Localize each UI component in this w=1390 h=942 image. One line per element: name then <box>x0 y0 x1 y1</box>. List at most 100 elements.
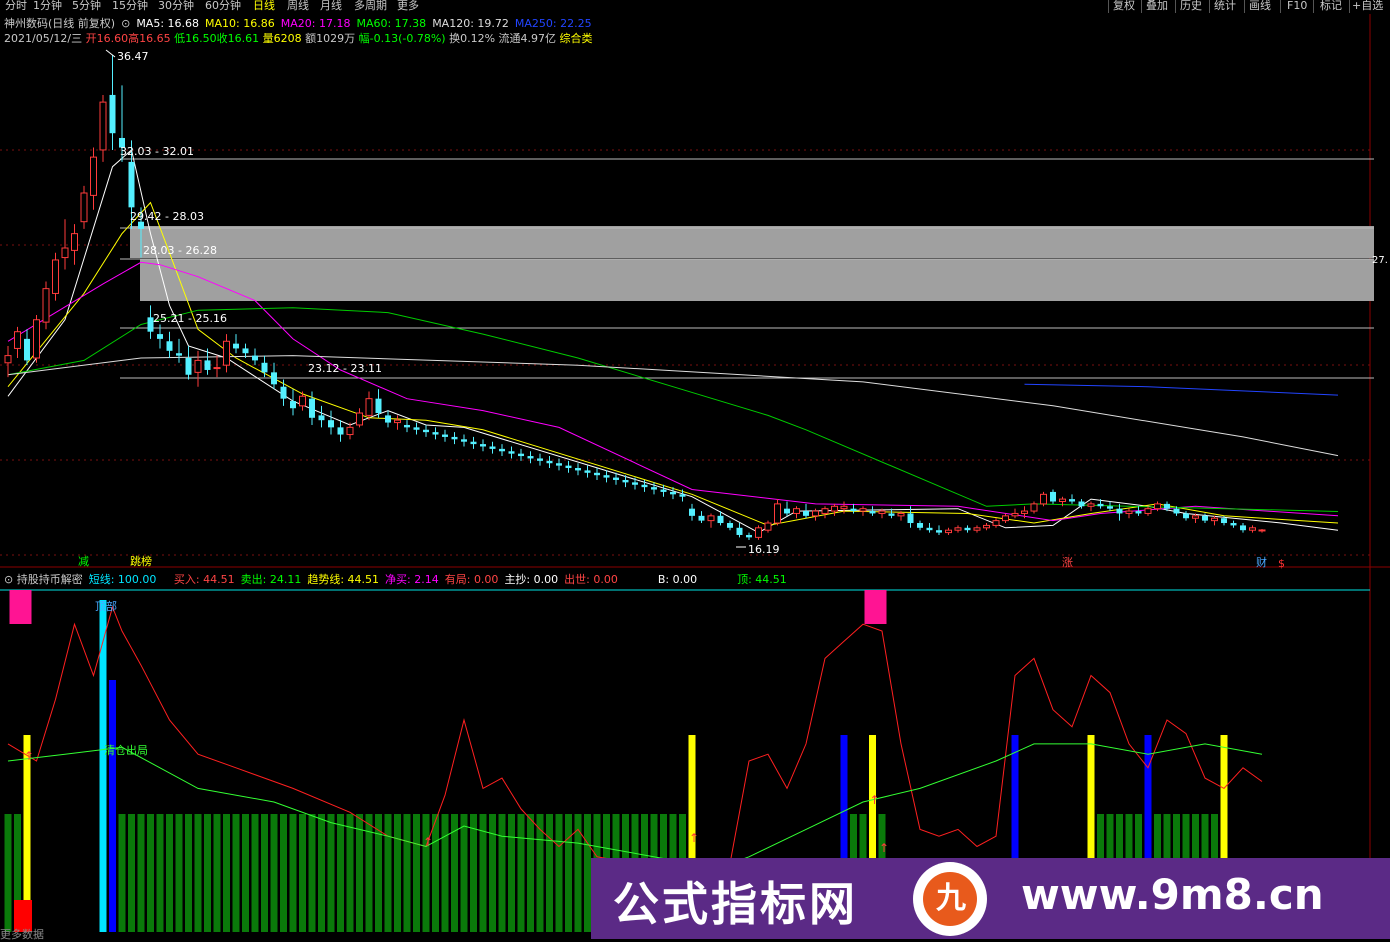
tab-monthly[interactable]: 月线 <box>320 0 342 12</box>
candle-body <box>508 451 515 454</box>
candle-body <box>537 458 543 461</box>
candle-body <box>622 479 629 483</box>
candle-body <box>840 505 848 510</box>
tab-multi-period[interactable]: 多周期 <box>354 0 387 12</box>
candle-body <box>328 420 334 428</box>
bar-change: 幅-0.13(-0.78%) <box>358 32 446 45</box>
green-bar <box>204 814 211 932</box>
candle-body <box>404 424 410 428</box>
candle-body <box>233 343 239 349</box>
ma250-line <box>1024 383 1339 396</box>
red-line <box>7 605 1263 882</box>
candle-body <box>385 415 391 423</box>
overlay-button[interactable]: 叠加 <box>1146 0 1168 12</box>
ma120-line <box>7 355 1339 457</box>
green-bar <box>536 814 544 932</box>
candle-body <box>176 353 182 356</box>
restore-rights-button[interactable]: 复权 <box>1113 0 1135 12</box>
gap-label: 25.21 - 25.16 <box>153 312 227 325</box>
add-watchlist-button[interactable]: +自选 <box>1352 0 1383 12</box>
stats-button[interactable]: 统计 <box>1214 0 1236 12</box>
right-axis-value: 27. <box>1372 255 1388 266</box>
tag-cai: 财 <box>1256 555 1267 569</box>
candle-body <box>1011 512 1019 517</box>
candle-body <box>1002 515 1009 522</box>
green-bar <box>223 814 230 932</box>
candle-body <box>1069 499 1075 502</box>
green-bar <box>4 814 12 932</box>
tab-more[interactable]: 更多 <box>397 0 419 12</box>
candle-body <box>992 520 1000 526</box>
candle-body <box>917 523 923 528</box>
candle-body <box>632 482 638 485</box>
candle-body <box>603 475 610 478</box>
tab-fenshi[interactable]: 分时 <box>5 0 27 12</box>
candle-body <box>651 487 657 490</box>
tag-dollar: $ <box>1278 557 1285 570</box>
candle-body <box>442 434 448 437</box>
green-bar <box>565 814 572 932</box>
candle-body <box>1097 503 1104 507</box>
tab-30min[interactable]: 30分钟 <box>158 0 194 12</box>
candle-body <box>33 319 40 359</box>
candle-body <box>166 341 173 351</box>
candle-body <box>204 360 211 370</box>
candle-body <box>897 512 905 517</box>
candle-body <box>1183 513 1189 519</box>
candle-body <box>1050 491 1056 502</box>
high-label: 36.47 <box>117 50 149 63</box>
candle-body <box>1059 498 1066 502</box>
candle-body <box>252 355 258 361</box>
tab-weekly[interactable]: 周线 <box>287 0 309 12</box>
green-bar <box>460 814 468 932</box>
candle-body <box>290 401 296 409</box>
bar-category: 综合类 <box>559 32 593 45</box>
green-bar <box>546 814 553 932</box>
ind-b: 0.00 <box>672 573 698 586</box>
candlestick-chart[interactable]: 36.47 32.03 - 32.01 29.42 - 28.03 28.03 - 2… <box>0 0 1390 939</box>
candle-body <box>784 508 790 514</box>
candle-body <box>641 484 648 488</box>
candle-body <box>4 355 12 364</box>
green-bar <box>194 814 202 932</box>
candle-body <box>157 334 163 339</box>
tab-5min[interactable]: 5分钟 <box>72 0 101 12</box>
history-button[interactable]: 历史 <box>1180 0 1202 12</box>
candle-body <box>299 395 306 407</box>
candle-body <box>394 419 401 424</box>
candle-body <box>271 372 277 385</box>
tab-60min[interactable]: 60分钟 <box>205 0 241 12</box>
candle-body <box>746 534 752 538</box>
candle-body <box>679 494 686 497</box>
candle-body <box>423 429 429 433</box>
green-bar <box>441 814 449 932</box>
candle-body <box>983 524 990 529</box>
candle-body <box>1116 508 1123 514</box>
candle-body <box>1240 525 1246 531</box>
candle-body <box>812 510 819 517</box>
green-bar <box>451 814 458 932</box>
signal-bar <box>23 735 31 932</box>
indicator-settings-icon[interactable]: ⊙ <box>4 573 13 586</box>
tab-1min[interactable]: 1分钟 <box>33 0 62 12</box>
green-bar <box>403 814 411 932</box>
label-top: 顶部 <box>95 599 117 613</box>
f10-button[interactable]: F10 <box>1287 0 1307 12</box>
candle-body <box>926 527 933 531</box>
tab-daily[interactable]: 日线 <box>253 0 275 12</box>
green-bar <box>584 814 591 932</box>
candle-body <box>1249 527 1256 531</box>
candle-body <box>755 527 762 538</box>
candle-body <box>138 221 144 229</box>
candle-body <box>888 513 895 516</box>
candle-body <box>71 233 78 251</box>
tab-15min[interactable]: 15分钟 <box>112 0 148 12</box>
green-bar <box>394 814 401 932</box>
settings-icon[interactable]: ⊙ <box>121 17 130 30</box>
draw-line-button[interactable]: 画线 <box>1249 0 1271 12</box>
mark-button[interactable]: 标记 <box>1320 0 1342 12</box>
green-bar <box>384 814 392 932</box>
candle-body <box>945 529 952 534</box>
candle-body <box>660 489 667 492</box>
candle-body <box>613 477 619 480</box>
